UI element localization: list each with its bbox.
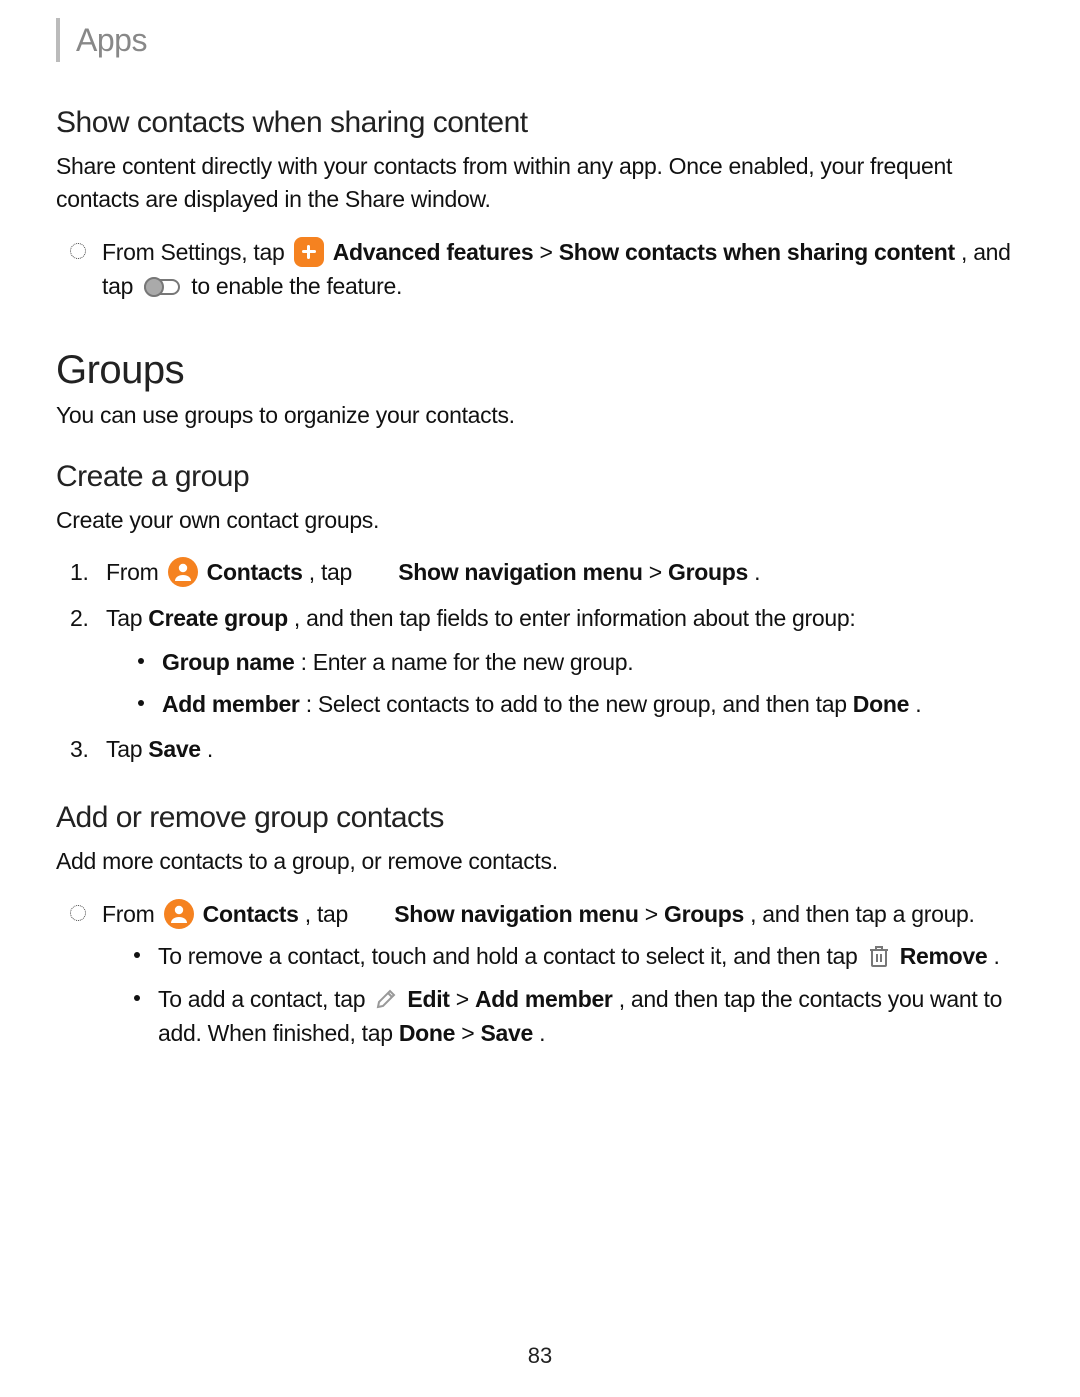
advanced-features-icon	[294, 237, 324, 267]
numbered-list: From Contacts , tap Show navigation menu…	[56, 555, 1024, 767]
page-header: Apps	[56, 18, 1024, 62]
document-page: Apps Show contacts when sharing content …	[0, 0, 1080, 1397]
list-item: From Contacts , tap Show navigation menu…	[56, 897, 1024, 1051]
label-group-name: Group name	[162, 649, 294, 675]
text: From	[102, 901, 161, 927]
page-number: 83	[0, 1343, 1080, 1369]
label-done: Done	[399, 1020, 455, 1046]
list-item: Tap Create group , and then tap fields t…	[56, 601, 1024, 722]
paragraph: Add more contacts to a group, or remove …	[56, 845, 1024, 878]
label-add-member: Add member	[162, 691, 300, 717]
sub-list: To remove a contact, touch and hold a co…	[122, 939, 1024, 1051]
label-remove: Remove	[900, 943, 988, 969]
list-item: Group name : Enter a name for the new gr…	[126, 645, 1024, 680]
text: to enable the feature.	[191, 273, 402, 299]
hamburger-icon	[361, 561, 389, 583]
label-advanced-features: Advanced features	[333, 239, 534, 265]
text: To remove a contact, touch and hold a co…	[158, 943, 864, 969]
paragraph: You can use groups to organize your cont…	[56, 399, 1024, 432]
label-done: Done	[853, 691, 909, 717]
label-add-member: Add member	[475, 986, 613, 1012]
pencil-icon	[374, 987, 398, 1011]
sub-list: Group name : Enter a name for the new gr…	[126, 645, 1024, 722]
bullet-list: From Settings, tap Advanced features > S…	[56, 235, 1024, 304]
list-item: To add a contact, tap Edit > Add member …	[122, 982, 1024, 1051]
trash-icon	[867, 943, 891, 969]
toggle-icon	[142, 275, 182, 299]
label-save: Save	[481, 1020, 534, 1046]
list-item: From Contacts , tap Show navigation menu…	[56, 555, 1024, 591]
label-groups: Groups	[668, 559, 748, 585]
text: >	[456, 986, 475, 1012]
text: .	[754, 559, 760, 585]
list-item: Tap Save .	[56, 732, 1024, 768]
text: .	[915, 691, 921, 717]
label-edit: Edit	[407, 986, 449, 1012]
text: : Enter a name for the new group.	[301, 649, 634, 675]
heading-show-contacts: Show contacts when sharing content	[56, 106, 1024, 140]
text: , tap	[309, 559, 358, 585]
label-show-nav-menu: Show navigation menu	[394, 901, 638, 927]
paragraph: Share content directly with your contact…	[56, 150, 1024, 217]
text: , tap	[305, 901, 354, 927]
contacts-icon	[164, 899, 194, 929]
text: >	[649, 559, 668, 585]
paragraph: Create your own contact groups.	[56, 504, 1024, 537]
text: .	[539, 1020, 545, 1046]
label-contacts: Contacts	[207, 559, 303, 585]
header-rule	[56, 18, 60, 62]
hamburger-icon	[357, 903, 385, 925]
list-item: From Settings, tap Advanced features > S…	[56, 235, 1024, 304]
heading-create-group: Create a group	[56, 460, 1024, 494]
text: .	[994, 943, 1000, 969]
bullet-list: From Contacts , tap Show navigation menu…	[56, 897, 1024, 1051]
label-show-contacts: Show contacts when sharing content	[559, 239, 955, 265]
text: Tap	[106, 605, 148, 631]
contacts-icon	[168, 557, 198, 587]
text: , and then tap a group.	[750, 901, 975, 927]
text: .	[207, 736, 213, 762]
text: From Settings, tap	[102, 239, 291, 265]
list-item: To remove a contact, touch and hold a co…	[122, 939, 1024, 974]
heading-add-remove: Add or remove group contacts	[56, 801, 1024, 835]
text: , and then tap fields to enter informati…	[294, 605, 856, 631]
label-show-nav-menu: Show navigation menu	[398, 559, 642, 585]
text: Tap	[106, 736, 148, 762]
heading-groups: Groups	[56, 348, 1024, 393]
label-create-group: Create group	[148, 605, 288, 631]
text: >	[461, 1020, 480, 1046]
label-groups: Groups	[664, 901, 744, 927]
label-contacts: Contacts	[203, 901, 299, 927]
text: >	[645, 901, 664, 927]
list-item: Add member : Select contacts to add to t…	[126, 687, 1024, 722]
text: To add a contact, tap	[158, 986, 371, 1012]
text: From	[106, 559, 165, 585]
text: >	[540, 239, 559, 265]
label-save: Save	[148, 736, 201, 762]
header-title: Apps	[76, 22, 147, 59]
text: : Select contacts to add to the new grou…	[306, 691, 853, 717]
